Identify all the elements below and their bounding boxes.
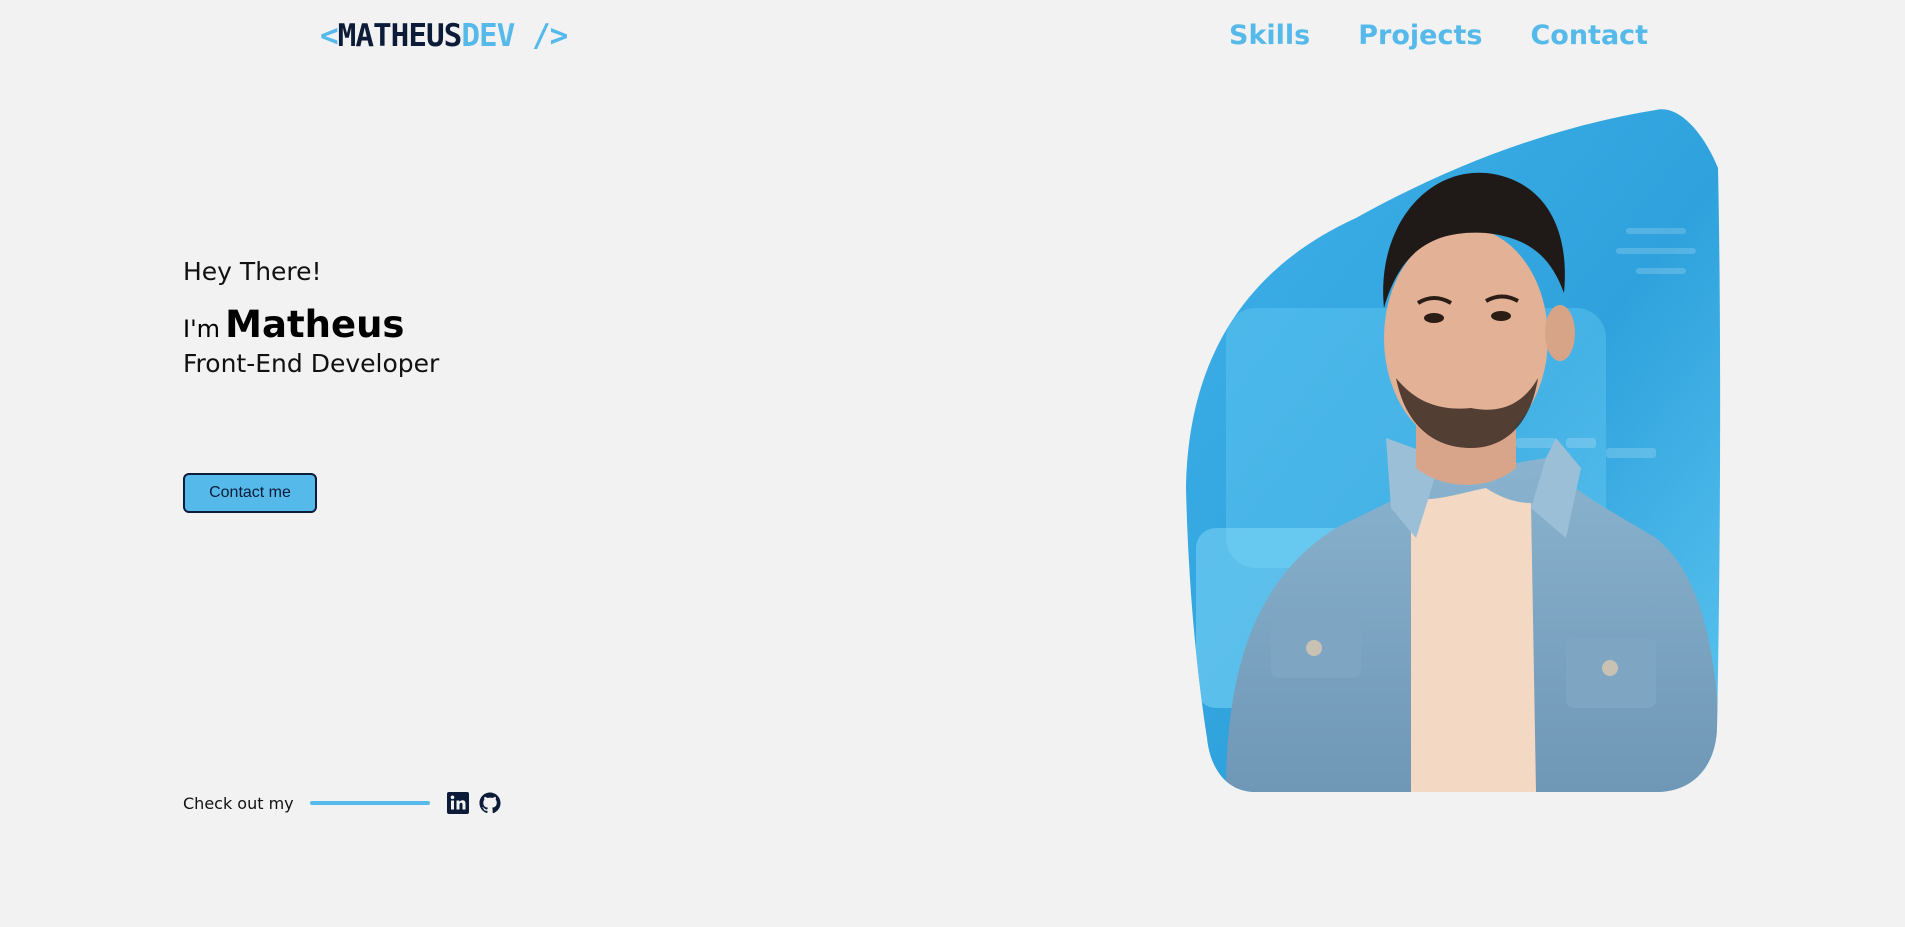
logo-close-bracket: /> (514, 18, 568, 54)
github-icon[interactable] (479, 792, 501, 814)
logo-name: MATHEUS (337, 18, 463, 54)
main-nav: Skills Projects Contact (1229, 18, 1648, 54)
linkedin-icon[interactable] (446, 792, 469, 814)
hero-greeting: Hey There! (183, 257, 322, 286)
logo-suffix: DEV (461, 18, 515, 54)
hero-name: Matheus (225, 303, 405, 346)
social-divider (309, 801, 430, 805)
hero-im: I'm (183, 315, 221, 343)
nav-link-projects[interactable]: Projects (1358, 18, 1482, 54)
social-label: Check out my (183, 793, 294, 813)
social-links: Check out my (183, 790, 511, 816)
contact-me-button[interactable]: Contact me (183, 473, 317, 513)
profile-photo (1186, 108, 1721, 792)
nav-link-skills[interactable]: Skills (1229, 18, 1310, 54)
nav-link-contact[interactable]: Contact (1530, 18, 1648, 54)
logo-open-bracket: < (320, 18, 339, 54)
hero-role: Front-End Developer (183, 349, 440, 378)
site-logo[interactable]: <MATHEUSDEV /> (320, 18, 568, 54)
hero-intro: I'm Matheus (183, 304, 404, 353)
